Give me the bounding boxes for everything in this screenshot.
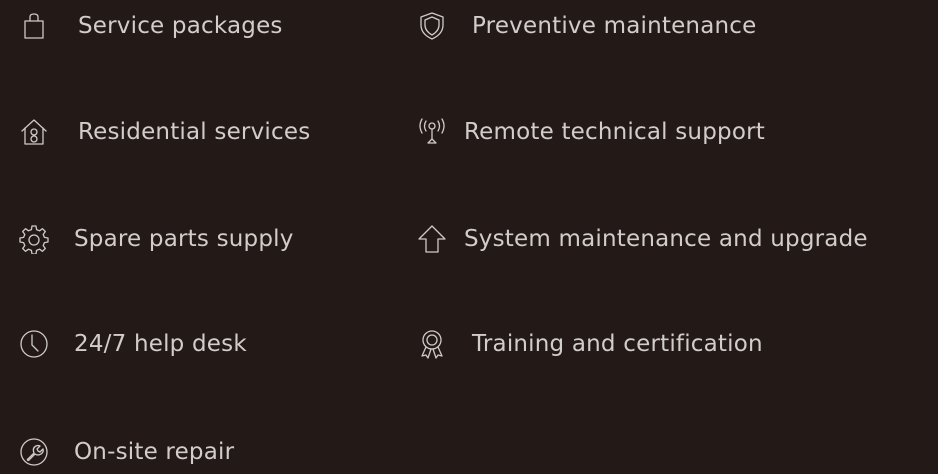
service-item-remote-technical-support[interactable]: Remote technical support — [410, 110, 765, 154]
service-item-service-packages[interactable]: Service packages — [12, 4, 283, 48]
service-label: System maintenance and upgrade — [464, 226, 868, 252]
home-icon — [12, 110, 56, 154]
services-list: Service packages Residential services Sp… — [0, 0, 938, 472]
wrench-icon — [12, 430, 56, 474]
antenna-icon — [410, 110, 454, 154]
award-icon — [410, 322, 454, 366]
shield-icon — [410, 4, 454, 48]
service-label: Spare parts supply — [74, 226, 294, 252]
service-item-system-maintenance[interactable]: System maintenance and upgrade — [410, 217, 868, 261]
service-label: Training and certification — [472, 331, 763, 357]
service-item-residential-services[interactable]: Residential services — [12, 110, 310, 154]
service-item-help-desk[interactable]: 24/7 help desk — [12, 322, 247, 366]
service-label: Preventive maintenance — [472, 13, 757, 39]
service-label: Service packages — [78, 13, 283, 39]
arrow-up-icon — [410, 217, 454, 261]
service-label: Remote technical support — [464, 119, 765, 145]
shopping-bag-icon — [12, 4, 56, 48]
service-item-on-site-repair[interactable]: On-site repair — [12, 430, 234, 474]
service-item-spare-parts-supply[interactable]: Spare parts supply — [12, 217, 294, 261]
service-item-training-certification[interactable]: Training and certification — [410, 322, 763, 366]
service-label: 24/7 help desk — [74, 331, 247, 357]
service-item-preventive-maintenance[interactable]: Preventive maintenance — [410, 4, 756, 48]
service-label: Residential services — [78, 119, 311, 145]
clock-icon — [12, 322, 56, 366]
gear-icon — [12, 217, 56, 261]
service-label: On-site repair — [74, 439, 235, 465]
